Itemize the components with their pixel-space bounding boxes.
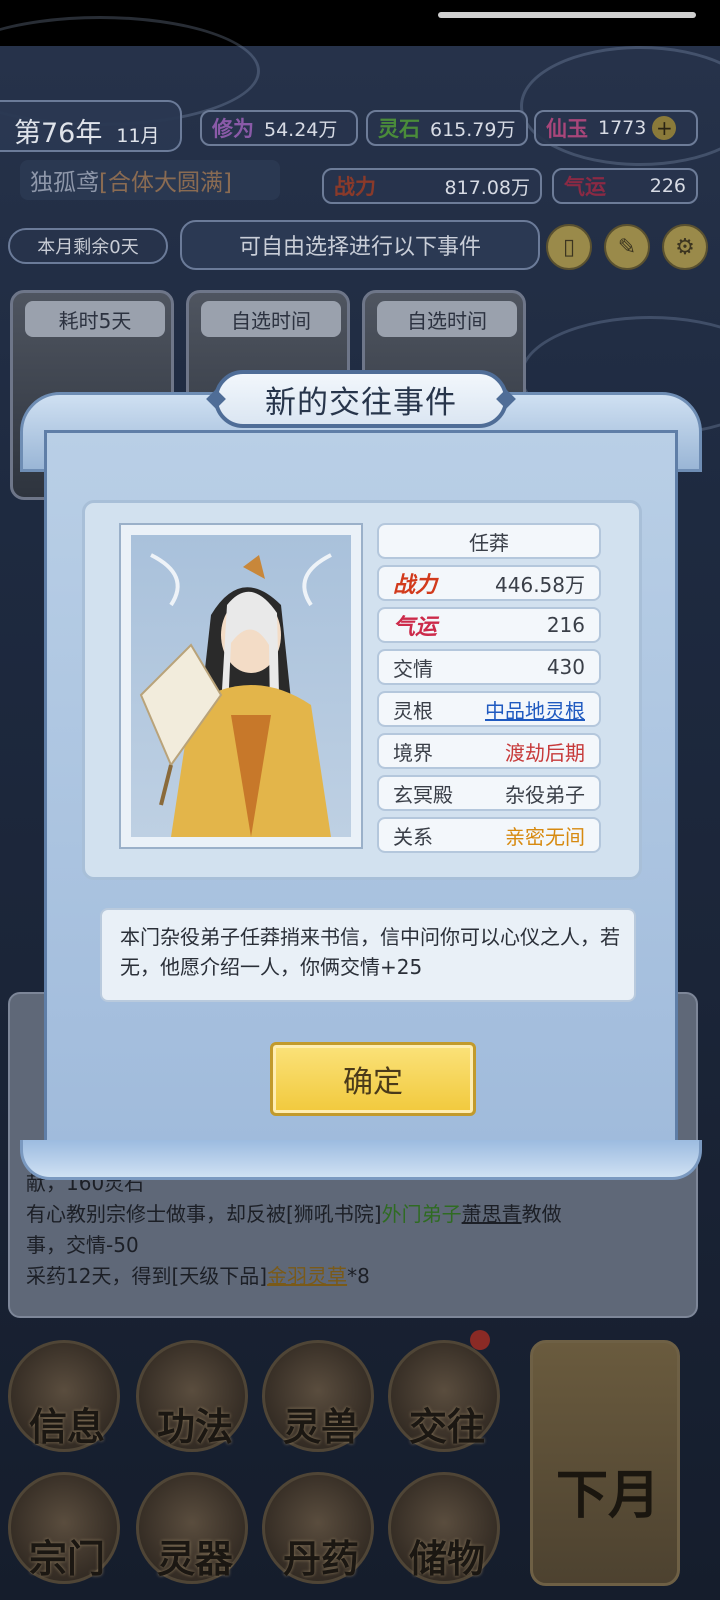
npc-realm-value: 渡劫后期 (505, 740, 585, 765)
gear-icon: ⚙ (675, 234, 695, 260)
event-card-tag: 自选时间 (201, 301, 341, 337)
player-name-row: 独孤鸢 [合体大圆满] (20, 160, 280, 200)
menu-info-button[interactable]: 信息 (8, 1340, 120, 1452)
settings-button[interactable]: ⚙ (662, 224, 708, 270)
menu-label: 灵器 (156, 1537, 233, 1581)
npc-realm-row: 境界 渡劫后期 (377, 733, 601, 769)
date-display: 第76年 11月 (0, 100, 182, 152)
brush-button[interactable]: ✎ (604, 224, 650, 270)
jade-counter: 仙玉 1773 + (534, 110, 698, 146)
npc-root-label: 灵根 (393, 698, 433, 723)
menu-label: 交往 (408, 1405, 485, 1449)
npc-friendship-row: 交情 430 (377, 649, 601, 685)
menu-pill-button[interactable]: 丹药 (262, 1472, 374, 1584)
cultivation-label: 修为 (212, 117, 254, 141)
menu-label: 灵兽 (282, 1405, 359, 1449)
npc-portrait (131, 535, 351, 837)
event-hint-banner: 可自由选择进行以下事件 (180, 220, 540, 270)
npc-friendship-value: 430 (546, 655, 585, 679)
npc-power-value: 446.58万 (495, 572, 585, 597)
jade-label: 仙玉 (546, 117, 588, 141)
power-value: 817.08万 (444, 176, 530, 199)
cards-button[interactable]: ▯ (546, 224, 592, 270)
npc-luck-label: 气运 (393, 615, 438, 640)
dialog-scroll-bottom (20, 1140, 702, 1180)
menu-label: 宗门 (28, 1537, 105, 1581)
dialog-title: 新的交往事件 (206, 370, 516, 428)
cards-icon: ▯ (562, 234, 576, 260)
log-rank: 外门弟子 (381, 1202, 462, 1226)
menu-label: 丹药 (282, 1537, 359, 1581)
menu-social-button[interactable]: 交往 (388, 1340, 500, 1452)
menu-artifact-button[interactable]: 灵器 (136, 1472, 248, 1584)
npc-realm-label: 境界 (393, 740, 433, 765)
npc-luck-value: 216 (546, 613, 585, 637)
log-line: 采药12天，得到[天级下品]金羽灵草*8 (26, 1261, 680, 1292)
log-line: 事，交情-50 (26, 1233, 139, 1257)
log-npc-link[interactable]: 萧思青 (462, 1202, 522, 1226)
log-line: 有心教别宗修士做事，却反被[狮吼书院]外门弟子萧思青教做 (26, 1199, 680, 1230)
luck-label: 气运 (564, 175, 606, 199)
power-label: 战力 (334, 175, 376, 199)
cultivation-counter: 修为 54.24万 (200, 110, 358, 146)
npc-power-label: 战力 (393, 573, 438, 598)
notification-dot (470, 1330, 490, 1350)
npc-name: 任莽 (469, 530, 509, 555)
log-text: 采药12天，得到[天级下品] (26, 1264, 268, 1288)
log-item-link[interactable]: 金羽灵草 (267, 1264, 347, 1288)
menu-label: 储物 (408, 1537, 485, 1581)
log-text: 教做 (521, 1202, 562, 1226)
add-jade-icon[interactable]: + (652, 116, 677, 140)
next-month-button[interactable]: 下月 (530, 1340, 680, 1586)
player-realm: [合体大圆满] (99, 170, 232, 196)
npc-relation-row: 关系 亲密无间 (377, 817, 601, 853)
event-card-tag: 自选时间 (377, 301, 517, 337)
npc-info-panel: 任莽 战力 446.58万 气运 216 交情 430 灵根 中品地灵根 境界 … (82, 500, 642, 880)
npc-relation-value: 亲密无间 (505, 824, 585, 849)
social-event-dialog: 新的交往事件 任莽 战力 446.58万 气运 216 交情 430 灵根 中品… (20, 370, 702, 1180)
menu-beast-button[interactable]: 灵兽 (262, 1340, 374, 1452)
spirit-stone-counter: 灵石 615.79万 (366, 110, 528, 146)
event-card-tag: 耗时5天 (25, 301, 165, 337)
log-text: 有心教别宗修士做事，却反被[狮吼书院] (26, 1202, 382, 1226)
npc-sect-label: 玄冥殿 (393, 782, 453, 807)
confirm-label: 确定 (343, 1065, 403, 1100)
player-name: 独孤鸢 (30, 170, 99, 196)
npc-power-row: 战力 446.58万 (377, 565, 601, 601)
year-label: 第76年 (14, 118, 103, 149)
remaining-days: 本月剩余0天 (8, 228, 168, 264)
next-month-label: 下月 (555, 1466, 660, 1526)
log-text: *8 (347, 1264, 370, 1288)
npc-luck-row: 气运 216 (377, 607, 601, 643)
menu-technique-button[interactable]: 功法 (136, 1340, 248, 1452)
menu-label: 信息 (28, 1405, 105, 1449)
npc-portrait-frame (119, 523, 363, 849)
luck-counter: 气运 226 (552, 168, 698, 204)
jade-value: 1773 (598, 117, 647, 139)
spirit-stone-label: 灵石 (378, 117, 420, 141)
event-description: 本门杂役弟子任莽捎来书信，信中问你可以心仪之人，若无，他愿介绍一人，你俩交情+2… (100, 908, 636, 1002)
menu-label: 功法 (156, 1405, 233, 1449)
npc-root-link[interactable]: 中品地灵根 (485, 695, 585, 724)
npc-name-field: 任莽 (377, 523, 601, 559)
notification-handle (438, 12, 696, 18)
npc-friendship-label: 交情 (393, 656, 433, 681)
power-counter: 战力 817.08万 (322, 168, 542, 204)
confirm-button[interactable]: 确定 (270, 1042, 476, 1116)
spirit-stone-value: 615.79万 (430, 118, 516, 141)
luck-value: 226 (649, 175, 686, 197)
npc-relation-label: 关系 (393, 824, 433, 849)
cultivation-value: 54.24万 (264, 118, 338, 141)
month-label: 11月 (116, 125, 160, 147)
npc-root-row: 灵根 中品地灵根 (377, 691, 601, 727)
dialog-title-text: 新的交往事件 (265, 384, 457, 421)
npc-sect-value: 杂役弟子 (505, 782, 585, 807)
menu-sect-button[interactable]: 宗门 (8, 1472, 120, 1584)
brush-icon: ✎ (617, 234, 637, 260)
menu-storage-button[interactable]: 储物 (388, 1472, 500, 1584)
npc-sect-row: 玄冥殿 杂役弟子 (377, 775, 601, 811)
